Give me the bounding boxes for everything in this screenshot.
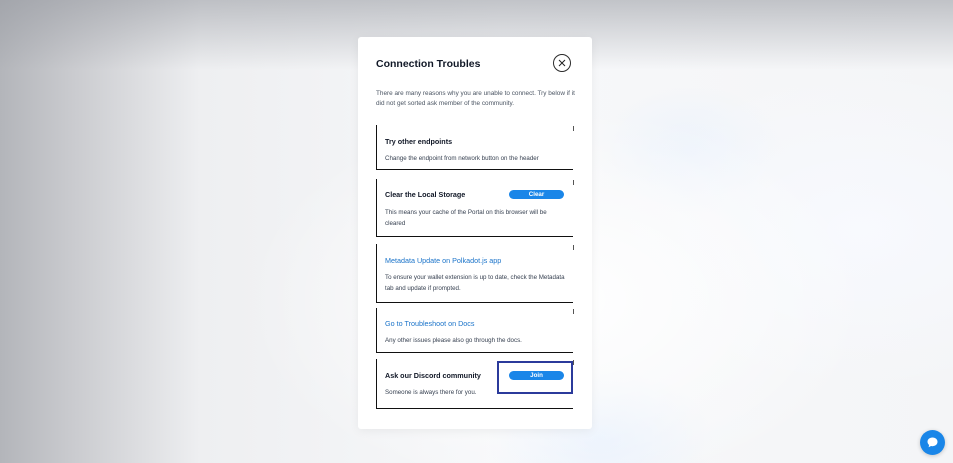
card-title: Clear the Local Storage: [385, 190, 466, 199]
card-discord-community: Ask our Discord community Join Someone i…: [376, 359, 574, 409]
card-description: To ensure your wallet extension is up to…: [385, 274, 565, 292]
card-title: Try other endpoints: [385, 137, 453, 146]
card-description: Change the endpoint from network button …: [385, 155, 539, 162]
card-metadata-update: Metadata Update on Polkadot.js app To en…: [376, 244, 574, 303]
close-icon: [558, 59, 566, 67]
metadata-update-link[interactable]: Metadata Update on Polkadot.js app: [385, 256, 501, 265]
card-description: Any other issues please also go through …: [385, 337, 522, 344]
clear-button[interactable]: Clear: [509, 190, 564, 199]
close-button[interactable]: [553, 54, 571, 72]
card-other-endpoints: Try other endpoints Change the endpoint …: [376, 125, 574, 170]
card-clear-local-storage: Clear the Local Storage Clear This means…: [376, 179, 574, 237]
troubleshoot-docs-link[interactable]: Go to Troubleshoot on Docs: [385, 319, 475, 328]
card-title: Ask our Discord community: [385, 371, 481, 380]
modal-title: Connection Troubles: [376, 58, 481, 70]
join-button[interactable]: Join: [509, 371, 564, 380]
chat-button[interactable]: [920, 430, 945, 455]
card-description: Someone is always there for you.: [385, 389, 477, 396]
connection-troubles-modal: Connection Troubles There are many reaso…: [358, 37, 592, 429]
modal-intro: There are many reasons why you are unabl…: [376, 90, 575, 107]
card-description: This means your cache of the Portal on t…: [385, 209, 547, 227]
chat-bubble-icon: [927, 437, 938, 448]
card-troubleshoot-docs: Go to Troubleshoot on Docs Any other iss…: [376, 308, 574, 353]
